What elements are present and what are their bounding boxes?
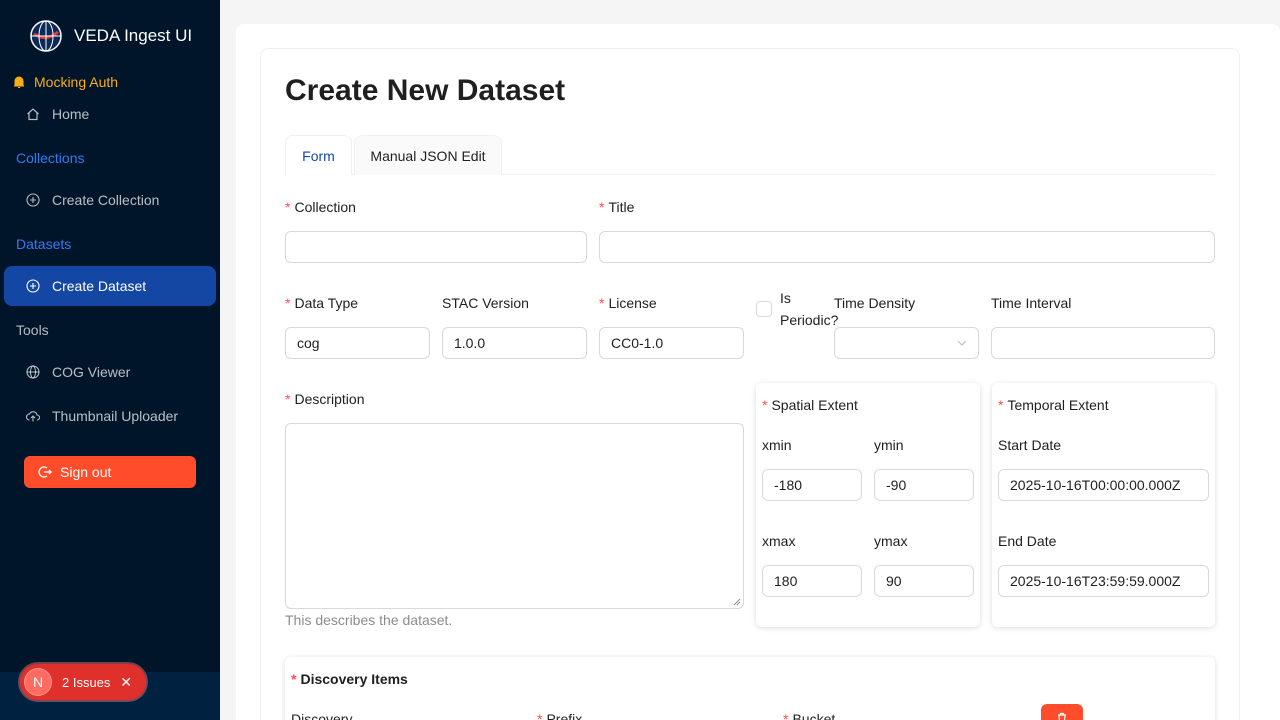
sidebar-group-datasets[interactable]: Datasets bbox=[16, 236, 71, 252]
sidebar-item-label: Thumbnail Uploader bbox=[52, 408, 179, 424]
sidebar-item-cog-viewer[interactable]: COG Viewer bbox=[4, 352, 216, 392]
temporal-extent-title: Temporal Extent bbox=[998, 397, 1108, 413]
title-input[interactable] bbox=[599, 231, 1215, 263]
collection-input[interactable] bbox=[285, 231, 587, 263]
sidebar-item-label: Create Dataset bbox=[52, 278, 147, 294]
license-label: License bbox=[599, 295, 656, 311]
stac-version-label: STAC Version bbox=[442, 295, 529, 311]
sidebar: VEDA Ingest UI Mocking Auth Home Collect… bbox=[0, 0, 220, 720]
license-input[interactable]: CC0-1.0 bbox=[599, 327, 744, 359]
plus-circle-icon bbox=[26, 279, 40, 293]
xmin-input[interactable]: -180 bbox=[762, 469, 862, 501]
ymin-label: ymin bbox=[874, 437, 904, 453]
time-interval-input[interactable] bbox=[991, 327, 1215, 359]
time-interval-label: Time Interval bbox=[991, 295, 1072, 311]
end-date-input[interactable]: 2025-10-16T23:59:59.000Z bbox=[998, 565, 1209, 597]
description-help: This describes the dataset. bbox=[285, 612, 453, 628]
logout-icon bbox=[38, 466, 52, 478]
prefix-column-label: Prefix bbox=[537, 711, 582, 720]
collection-label: Collection bbox=[285, 199, 355, 215]
sidebar-item-create-dataset[interactable]: Create Dataset bbox=[4, 266, 216, 306]
sign-out-label: Sign out bbox=[60, 464, 112, 480]
xmin-label: xmin bbox=[762, 437, 792, 453]
sidebar-group-collections[interactable]: Collections bbox=[16, 150, 84, 166]
data-type-label: Data Type bbox=[285, 295, 358, 311]
issues-badge[interactable]: N 2 Issues ✕ bbox=[20, 664, 146, 700]
title-label: Title bbox=[599, 199, 634, 215]
ymax-label: ymax bbox=[874, 533, 908, 549]
ymin-input[interactable]: -90 bbox=[874, 469, 974, 501]
app-name: VEDA Ingest UI bbox=[74, 26, 193, 45]
trash-icon bbox=[1058, 712, 1066, 720]
is-periodic-label-line1: Is bbox=[780, 290, 791, 306]
ymax-input[interactable]: 90 bbox=[874, 565, 974, 597]
cloud-upload-icon bbox=[26, 411, 40, 422]
description-label: Description bbox=[285, 391, 364, 407]
sidebar-item-thumbnail-uploader[interactable]: Thumbnail Uploader bbox=[4, 396, 216, 436]
tab-form[interactable]: Form bbox=[285, 135, 352, 175]
xmax-label: xmax bbox=[762, 533, 796, 549]
globe-icon bbox=[26, 365, 40, 379]
close-icon[interactable]: ✕ bbox=[120, 674, 132, 691]
end-date-label: End Date bbox=[998, 533, 1057, 549]
bucket-column-label: Bucket bbox=[783, 711, 835, 720]
time-density-label: Time Density bbox=[834, 295, 916, 311]
start-date-input[interactable]: 2025-10-16T00:00:00.000Z bbox=[998, 469, 1209, 501]
discovery-column-label: Discovery bbox=[291, 711, 353, 720]
stac-version-input[interactable]: 1.0.0 bbox=[442, 327, 587, 359]
spatial-extent-title: Spatial Extent bbox=[762, 397, 857, 413]
discovery-items-title: Discovery Items bbox=[291, 671, 407, 687]
sidebar-item-create-collection[interactable]: Create Collection bbox=[4, 180, 216, 220]
auth-status-label: Mocking Auth bbox=[34, 74, 119, 90]
is-periodic-checkbox[interactable] bbox=[756, 301, 772, 317]
time-density-select[interactable] bbox=[834, 327, 979, 359]
sidebar-item-label: Home bbox=[52, 106, 90, 122]
sidebar-item-label: Create Collection bbox=[52, 192, 160, 208]
sidebar-item-label: COG Viewer bbox=[52, 364, 131, 380]
delete-discovery-item-button[interactable] bbox=[1041, 704, 1083, 720]
tab-manual-json-edit[interactable]: Manual JSON Edit bbox=[354, 135, 502, 175]
sidebar-group-tools[interactable]: Tools bbox=[16, 322, 49, 338]
brand[interactable]: VEDA Ingest UI bbox=[30, 20, 192, 52]
auth-status: Mocking Auth bbox=[12, 74, 118, 90]
home-icon bbox=[27, 108, 39, 121]
data-type-input[interactable]: cog bbox=[285, 327, 430, 359]
bell-icon bbox=[14, 76, 24, 88]
plus-circle-icon bbox=[26, 193, 40, 207]
description-textarea[interactable] bbox=[285, 423, 744, 609]
page-title: Create New Dataset bbox=[285, 74, 566, 107]
tab-bar: Form Manual JSON Edit bbox=[285, 135, 1215, 175]
globe-logo-icon bbox=[30, 20, 62, 52]
sidebar-item-home[interactable]: Home bbox=[4, 94, 216, 134]
resize-handle-icon[interactable] bbox=[733, 598, 741, 606]
sign-out-button[interactable]: Sign out bbox=[24, 456, 196, 488]
issues-count-label: 2 Issues bbox=[62, 674, 111, 690]
issues-avatar: N bbox=[24, 668, 52, 696]
xmax-input[interactable]: 180 bbox=[762, 565, 862, 597]
is-periodic-label-line2: Periodic? bbox=[780, 312, 839, 328]
chevron-down-icon bbox=[957, 340, 967, 346]
start-date-label: Start Date bbox=[998, 437, 1062, 453]
